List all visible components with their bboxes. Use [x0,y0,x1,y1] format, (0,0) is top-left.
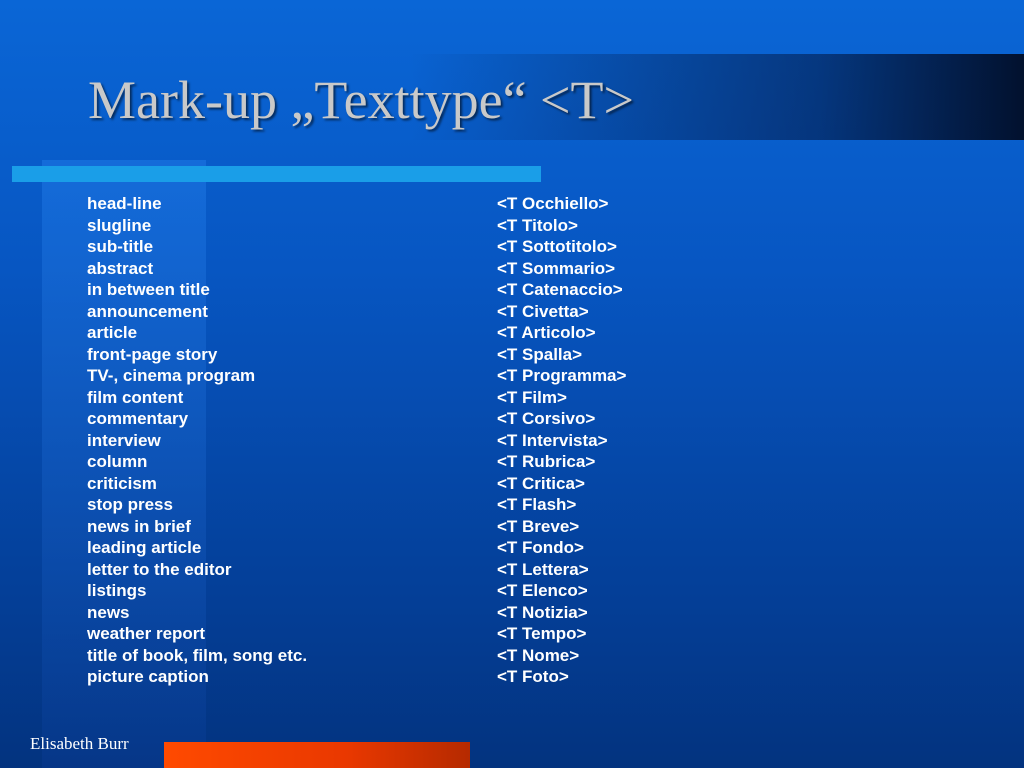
markup-tag: <T Intervista> [497,430,608,450]
list-item: front-page story <T Spalla> [87,344,787,366]
english-term: article [87,323,138,342]
english-term: column [87,452,148,471]
markup-tag: <T Film> [497,387,567,407]
english-term: abstract [87,258,154,278]
list-item: article <T Articolo> [87,322,787,344]
list-item: column <T Rubrica> [87,451,787,473]
markup-tag: <T Occhiello> [497,194,609,213]
english-term: interview [87,430,161,450]
english-term: front-page story [87,344,218,364]
english-term: stop press [87,495,173,514]
markup-tag: <T Spalla> [497,344,583,364]
accent-bar [12,166,541,182]
markup-tag: <T Fondo> [497,538,584,557]
list-item: leading article <T Fondo> [87,537,787,559]
english-term: picture caption [87,667,209,686]
markup-tag: <T Breve> [497,516,580,536]
english-term: announcement [87,301,208,321]
markup-tag: <T Notizia> [497,602,588,622]
list-item: film content <T Film> [87,387,787,409]
markup-tag: <T Tempo> [497,624,587,643]
english-term: leading article [87,538,202,557]
list-item: abstract <T Sommario> [87,258,787,280]
english-term: weather report [87,624,206,643]
english-term: listings [87,581,147,600]
list-item: sub-title <T Sottotitolo> [87,236,787,258]
list-item: news in brief <T Breve> [87,516,787,538]
english-term: criticism [87,473,157,493]
list-item: interview <T Intervista> [87,430,787,452]
markup-tag: <T Flash> [497,495,577,514]
markup-tag: <T Articolo> [497,323,596,342]
english-term: sub-title [87,237,154,256]
english-term: in between title [87,280,210,299]
english-term: TV-, cinema program [87,366,256,385]
footer-accent-bar [164,742,470,768]
markup-tag: <T Titolo> [497,215,578,235]
list-item: stop press <T Flash> [87,494,787,516]
list-item: announcement <T Civetta> [87,301,787,323]
list-item: letter to the editor <T Lettera> [87,559,787,581]
author-name: Elisabeth Burr [30,734,129,753]
list-item: picture caption <T Foto> [87,666,787,688]
english-term: title of book, film, song etc. [87,645,308,665]
list-item: commentary <T Corsivo> [87,408,787,430]
markup-tag: <T Lettera> [497,559,589,579]
list-item: head-line <T Occhiello> [87,193,787,215]
list-item: criticism <T Critica> [87,473,787,495]
list-item: in between title <T Catenaccio> [87,279,787,301]
slide-title: Mark-up „Texttype“ <T> [88,70,634,130]
markup-tag: <T Foto> [497,667,569,686]
markup-tag: <T Elenco> [497,581,588,600]
markup-tag: <T Programma> [497,366,627,385]
list-item: news <T Notizia> [87,602,787,624]
english-term: film content [87,387,184,407]
english-term: commentary [87,409,189,428]
markup-tag: <T Nome> [497,645,580,665]
markup-tag: <T Corsivo> [497,409,596,428]
markup-tag: <T Civetta> [497,301,589,321]
markup-tag: <T Catenaccio> [497,280,623,299]
list-item: weather report <T Tempo> [87,623,787,645]
markup-tag: <T Critica> [497,473,585,493]
english-term: letter to the editor [87,559,232,579]
english-term: news in brief [87,516,191,536]
markup-tag: <T Sottotitolo> [497,237,617,256]
list-item: listings <T Elenco> [87,580,787,602]
markup-tag: <T Sommario> [497,258,616,278]
markup-tag: <T Rubrica> [497,452,596,471]
english-term: head-line [87,194,162,213]
texttype-list: head-line <T Occhiello> slugline <T Titolo… [87,193,787,688]
list-item: slugline <T Titolo> [87,215,787,237]
list-item: TV-, cinema program <T Programma> [87,365,787,387]
list-item: title of book, film, song etc. <T Nome> [87,645,787,667]
english-term: slugline [87,215,152,235]
english-term: news [87,602,130,622]
